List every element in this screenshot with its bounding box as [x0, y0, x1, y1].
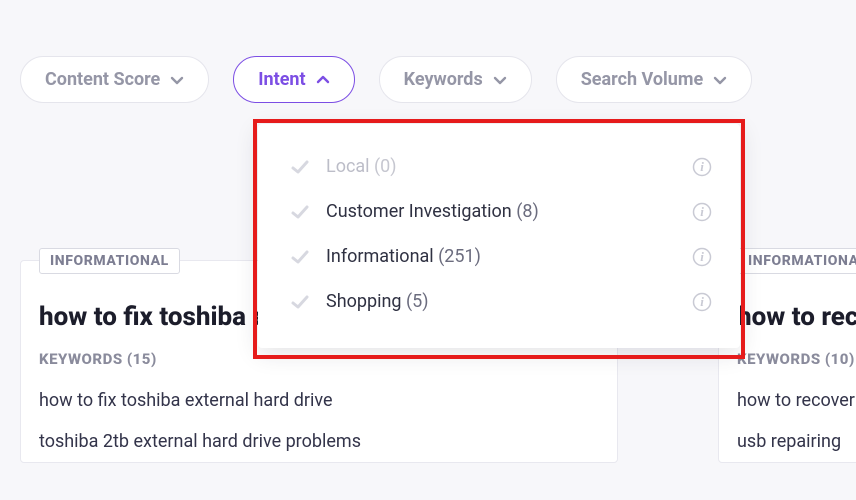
svg-text:i: i	[700, 249, 704, 264]
intent-option-informational[interactable]: Informational (251) i	[258, 234, 740, 279]
chevron-down-icon	[713, 73, 727, 87]
intent-option-label: Customer Investigation (8)	[326, 201, 676, 222]
intent-badge: INFORMATIONAL	[737, 248, 856, 274]
svg-text:i: i	[700, 204, 704, 219]
check-icon	[290, 157, 310, 177]
intent-label: Intent	[258, 69, 305, 90]
info-icon[interactable]: i	[692, 292, 712, 312]
intent-option-shopping[interactable]: Shopping (5) i	[258, 279, 740, 324]
info-icon[interactable]: i	[692, 247, 712, 267]
intent-option-label: Local (0)	[326, 156, 676, 177]
check-icon	[290, 202, 310, 222]
search-volume-label: Search Volume	[581, 69, 703, 90]
intent-option-label: Shopping (5)	[326, 291, 676, 312]
info-icon[interactable]: i	[692, 202, 712, 222]
chevron-down-icon	[493, 73, 507, 87]
keywords-heading: KEYWORDS (15)	[39, 350, 599, 368]
chevron-down-icon	[170, 73, 184, 87]
filter-bar: Content Score Intent Keywords Search Vol…	[0, 0, 856, 103]
intent-option-local: Local (0) i	[258, 144, 740, 189]
keywords-label: Keywords	[404, 69, 483, 90]
card-title[interactable]: how to fix toshiba external hard drive	[39, 302, 269, 332]
keywords-filter[interactable]: Keywords	[379, 56, 532, 103]
chevron-up-icon	[316, 73, 330, 87]
keyword-item[interactable]: how to recover corrupted files from usb	[737, 380, 856, 421]
search-volume-filter[interactable]: Search Volume	[556, 56, 752, 103]
intent-badge: INFORMATIONAL	[39, 248, 180, 274]
check-icon	[290, 247, 310, 267]
svg-text:i: i	[700, 294, 704, 309]
content-score-label: Content Score	[45, 69, 160, 90]
keyword-item[interactable]: how to fix toshiba external hard drive	[39, 380, 599, 421]
intent-filter[interactable]: Intent	[233, 56, 354, 103]
info-icon[interactable]: i	[692, 157, 712, 177]
keyword-item[interactable]: toshiba 2tb external hard drive problems	[39, 421, 599, 462]
keyword-item[interactable]: usb repairing	[737, 421, 856, 462]
keywords-heading: KEYWORDS (10)	[737, 350, 856, 368]
check-icon	[290, 292, 310, 312]
intent-option-label: Informational (251)	[326, 246, 676, 267]
intent-option-customer-investigation[interactable]: Customer Investigation (8) i	[258, 189, 740, 234]
intent-dropdown: Local (0)iCustomer Investigation (8)iInf…	[258, 124, 740, 348]
content-score-filter[interactable]: Content Score	[20, 56, 209, 103]
svg-text:i: i	[700, 159, 704, 174]
card-title[interactable]: how to recover corrupted files from usb	[737, 302, 856, 332]
